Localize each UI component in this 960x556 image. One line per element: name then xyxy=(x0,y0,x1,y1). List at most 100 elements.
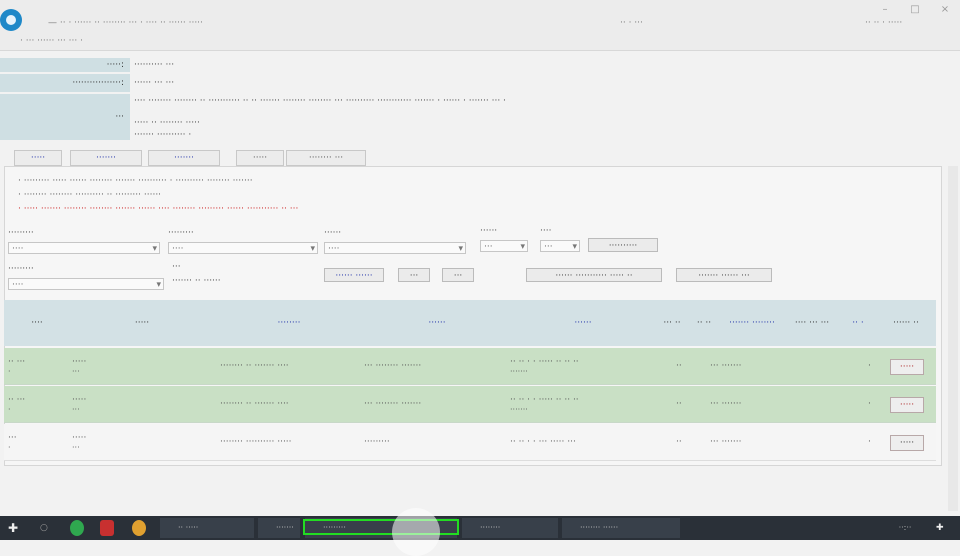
header-col-11: ······ ·· xyxy=(893,318,919,328)
chevron-down-icon: ▾ xyxy=(572,242,577,252)
tab-4[interactable]: ····· xyxy=(236,150,284,166)
action-button-4[interactable]: ··· xyxy=(442,268,474,282)
filter-select-6[interactable]: ···· ▾ xyxy=(8,278,164,290)
row-cell-4: ··· ········ ······· xyxy=(364,399,422,409)
chevron-down-icon: ▾ xyxy=(458,244,463,254)
table-row[interactable]: ··· · ····· ··· ········ ·········· ····· … xyxy=(4,424,936,461)
header-col-8[interactable]: ······· ········ xyxy=(720,300,784,346)
start-icon[interactable]: ✚ xyxy=(8,520,22,536)
row-cell-name-sub: ··· xyxy=(72,366,80,376)
table-row[interactable]: ·· ··· · ····· ··· ········ ·· ······· ···… xyxy=(4,386,936,423)
row-cell-id-sub: · xyxy=(8,366,11,376)
summary-section: ·····: ·········· ··· ·················:… xyxy=(0,56,960,144)
row-cell-6: ·· xyxy=(676,437,682,447)
action-button-6[interactable]: ······· ······ ··· xyxy=(676,268,772,282)
taskbar: ✚ ○ ·· ····· ······· ········· ········ … xyxy=(0,516,960,540)
row-cell-name: ····· xyxy=(72,394,87,405)
summary-value-1: ·········· ··· xyxy=(134,60,175,70)
clock[interactable]: ··:·· xyxy=(880,520,930,536)
app-green-icon[interactable] xyxy=(70,520,84,536)
app-red-icon[interactable] xyxy=(100,520,114,536)
taskbar-app-5[interactable]: ········ ······ xyxy=(562,518,680,538)
row-cell-7: ··· ······· xyxy=(710,399,742,409)
tab-5[interactable]: ········ ··· xyxy=(286,150,366,166)
table-row[interactable]: ·· ··· · ····· ··· ········ ·· ······· ···… xyxy=(4,348,936,385)
row-cell-id: ·· ··· xyxy=(8,394,26,405)
window-title: — ·· · ······ ·· ········ ··· · ···· ·· … xyxy=(48,18,203,28)
action-button-2[interactable]: ······ ······ xyxy=(324,268,384,282)
filter-select-1[interactable]: ···· ▾ xyxy=(8,242,160,254)
filter-select-5[interactable]: ··· ▾ xyxy=(540,240,580,252)
summary-extra-1: ····· ·· ········ ····· xyxy=(134,118,200,128)
browser-icon[interactable] xyxy=(132,520,146,536)
notification-icon[interactable]: ✚ xyxy=(936,520,948,536)
filter-label-6: ········· xyxy=(8,264,34,274)
taskbar-app-2[interactable]: ······· xyxy=(258,518,300,538)
close-icon[interactable]: × xyxy=(940,5,950,15)
chevron-down-icon: ▾ xyxy=(310,244,315,254)
header-col-4[interactable]: ······ xyxy=(364,300,510,346)
summary-value-2: ······ ··· ··· xyxy=(134,78,175,88)
chevron-down-icon: ▾ xyxy=(520,242,525,252)
summary-label-2: ·················: xyxy=(0,74,130,92)
cursor-indicator xyxy=(392,508,440,556)
header-col-6: ··· ·· xyxy=(663,318,681,328)
header-col-5[interactable]: ······ xyxy=(510,300,656,346)
row-cell-5: ·· ·· · · ····· ·· ·· ·· xyxy=(510,356,579,367)
filter-select-4[interactable]: ··· ▾ xyxy=(480,240,528,252)
filter-label-4: ······ xyxy=(480,226,498,236)
row-cell-8: · xyxy=(868,399,871,409)
taskbar-app-1[interactable]: ·· ····· xyxy=(160,518,254,538)
row-cell-id: ··· xyxy=(8,432,17,443)
row-cell-id-sub: · xyxy=(8,442,11,452)
filter-value-7: ······· ·· ······ xyxy=(172,276,221,286)
row-action-button[interactable]: ····· xyxy=(890,359,924,375)
row-cell-6: ·· xyxy=(676,399,682,409)
row-cell-3: ········ ·· ······· ···· xyxy=(220,361,289,371)
row-cell-8: · xyxy=(868,361,871,371)
header-col-3[interactable]: ········ xyxy=(214,300,364,346)
note-warning: · ····· ······· ········ ········ ······… xyxy=(18,204,299,214)
row-cell-4: ··· ········ ······· xyxy=(364,361,422,371)
taskbar-app-4[interactable]: ········ xyxy=(462,518,558,538)
app-logo-icon xyxy=(0,9,22,31)
titlebar-info: ·· · ··· xyxy=(620,18,643,28)
row-cell-name-sub: ··· xyxy=(72,404,80,414)
header-col-2: ····· xyxy=(134,318,150,328)
header-col-1: ···· xyxy=(31,318,43,328)
maximize-icon[interactable]: □ xyxy=(910,5,920,15)
titlebar-info-2: ·· ·· · ····· xyxy=(865,18,903,28)
row-cell-name-sub: ··· xyxy=(72,442,80,452)
header-col-10[interactable]: ·· · xyxy=(840,300,876,346)
row-cell-name: ····· xyxy=(72,432,87,443)
row-cell-id-sub: · xyxy=(8,404,11,414)
title-bar: — ·· · ······ ·· ········ ··· · ···· ·· … xyxy=(0,0,960,51)
search-icon[interactable]: ○ xyxy=(40,520,52,536)
row-cell-5: ·· ·· · · ··· ····· ··· xyxy=(510,437,576,447)
row-cell-8: · xyxy=(868,437,871,447)
tab-2[interactable]: ······· xyxy=(70,150,142,166)
row-cell-7: ··· ······· xyxy=(710,361,742,371)
row-cell-3: ········ ·· ······· ···· xyxy=(220,399,289,409)
row-cell-5: ·· ·· · · ····· ·· ·· ·· xyxy=(510,394,579,405)
filter-select-2[interactable]: ···· ▾ xyxy=(168,242,318,254)
action-button-5[interactable]: ······ ··········· ····· ·· xyxy=(526,268,662,282)
row-cell-id: ·· ··· xyxy=(8,356,26,367)
filter-select-3[interactable]: ···· ▾ xyxy=(324,242,466,254)
header-col-7: ·· ·· xyxy=(696,318,712,328)
row-cell-4: ········· xyxy=(364,437,390,447)
chevron-down-icon: ▾ xyxy=(152,244,157,254)
minimize-icon[interactable]: – xyxy=(880,5,890,15)
summary-value-3: ···· ········ ········ ·· ··········· ··… xyxy=(134,96,506,106)
note-1: · ········· ····· ······ ········ ······… xyxy=(18,176,253,186)
row-cell-7: ··· ······· xyxy=(710,437,742,447)
action-button-3[interactable]: ··· xyxy=(398,268,430,282)
row-cell-name: ····· xyxy=(72,356,87,367)
filter-label-3: ······ xyxy=(324,228,342,238)
vertical-scrollbar[interactable] xyxy=(948,166,958,511)
row-action-button[interactable]: ····· xyxy=(890,435,924,451)
tab-3[interactable]: ······· xyxy=(148,150,220,166)
tab-1[interactable]: ····· xyxy=(14,150,62,166)
action-button-1[interactable]: ·········· xyxy=(588,238,658,252)
row-action-button[interactable]: ····· xyxy=(890,397,924,413)
